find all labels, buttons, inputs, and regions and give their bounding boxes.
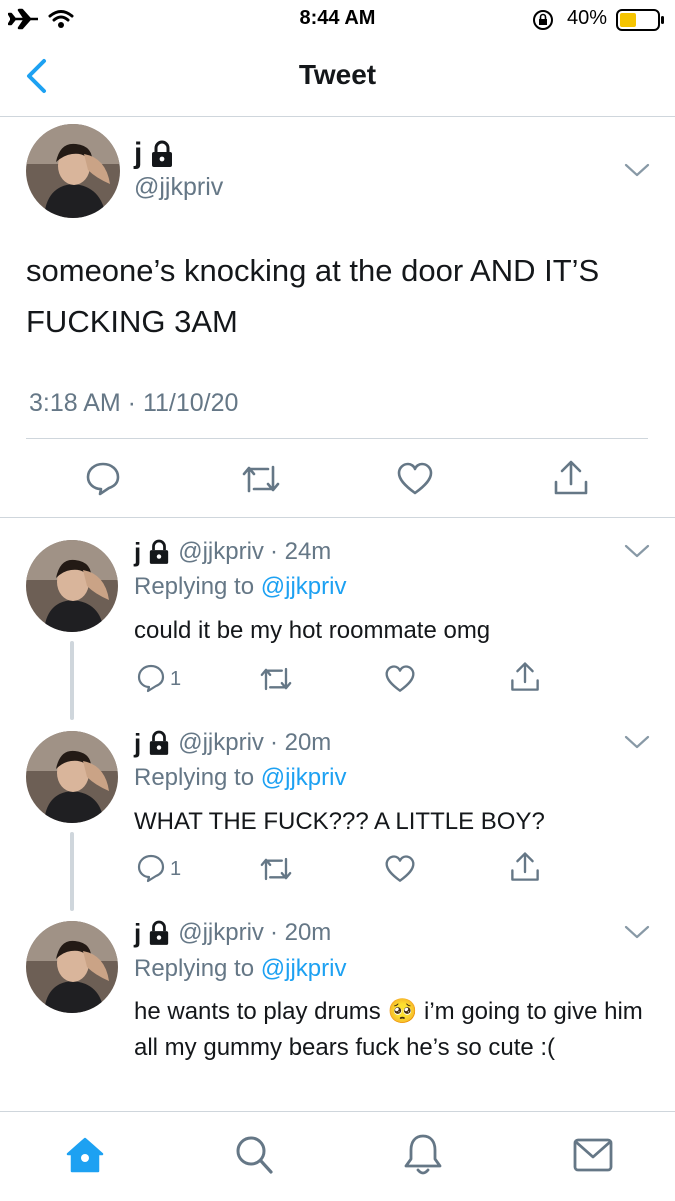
- chevron-down-icon[interactable]: [624, 543, 650, 559]
- retweet-icon[interactable]: [240, 461, 282, 497]
- reply-time: · 24m: [269, 538, 332, 565]
- avatar[interactable]: [26, 731, 118, 823]
- tab-search-icon[interactable]: [234, 1134, 274, 1176]
- reply-speech-bubble-icon[interactable]: [135, 853, 167, 883]
- reply-handle[interactable]: @jjkpriv: [178, 919, 264, 947]
- like-heart-icon[interactable]: [396, 461, 434, 497]
- rotation-lock-icon: [533, 10, 553, 30]
- reply-name[interactable]: j: [134, 918, 141, 949]
- reply-name[interactable]: j: [134, 537, 141, 568]
- main-tweet-handle[interactable]: @jjkpriv: [134, 173, 223, 202]
- lock-icon: [150, 730, 169, 755]
- lock-icon: [150, 920, 169, 945]
- reply-count: 1: [170, 668, 182, 690]
- main-tweet-name[interactable]: j: [134, 137, 142, 171]
- thread-line: [70, 832, 74, 911]
- battery-percent: 40%: [566, 7, 607, 29]
- divider: [26, 438, 648, 439]
- chevron-down-icon[interactable]: [624, 924, 650, 940]
- replying-to-handle[interactable]: @jjkpriv: [261, 764, 347, 791]
- reply-handle[interactable]: @jjkpriv: [178, 538, 264, 566]
- reply-name[interactable]: j: [134, 728, 141, 759]
- like-heart-icon[interactable]: [384, 854, 416, 884]
- reply-text: WHAT THE FUCK??? A LITTLE BOY?: [134, 808, 545, 835]
- battery-icon: [616, 9, 664, 31]
- reply-time: · 20m: [269, 729, 332, 756]
- lock-icon: [152, 140, 173, 167]
- status-bar: 8:44 AM 40%: [0, 0, 675, 36]
- share-icon[interactable]: [509, 850, 541, 884]
- nav-bar: Tweet: [0, 36, 675, 117]
- thread-line: [70, 641, 74, 720]
- share-icon[interactable]: [509, 660, 541, 694]
- reply-speech-bubble-icon[interactable]: [135, 663, 167, 693]
- replying-to-label: Replying to: [134, 764, 255, 791]
- chevron-down-icon[interactable]: [624, 162, 650, 178]
- retweet-icon[interactable]: [258, 664, 294, 694]
- avatar[interactable]: [26, 921, 118, 1013]
- avatar[interactable]: [26, 124, 120, 218]
- tab-notifications-bell-icon[interactable]: [402, 1132, 444, 1178]
- chevron-down-icon[interactable]: [624, 734, 650, 750]
- retweet-icon[interactable]: [258, 854, 294, 884]
- tab-messages-envelope-icon[interactable]: [572, 1137, 614, 1173]
- main-tweet-text: someone’s knocking at the door AND IT’S …: [26, 253, 600, 339]
- like-heart-icon[interactable]: [384, 664, 416, 694]
- page-title: Tweet: [298, 59, 377, 90]
- lock-icon: [150, 539, 169, 564]
- replying-to-handle[interactable]: @jjkpriv: [261, 573, 347, 600]
- share-icon[interactable]: [552, 458, 590, 498]
- replying-to-handle[interactable]: @jjkpriv: [261, 955, 347, 982]
- replying-to-label: Replying to: [134, 573, 255, 600]
- divider: [0, 517, 675, 518]
- reply-count: 1: [170, 858, 182, 880]
- tab-bar: [0, 1111, 675, 1201]
- replying-to-label: Replying to: [134, 955, 255, 982]
- tab-home-icon[interactable]: [64, 1134, 106, 1176]
- reply-time: · 20m: [269, 919, 332, 946]
- reply-text: he wants to play drums 🥺 i’m going to gi…: [134, 998, 643, 1061]
- reply-text: could it be my hot roommate omg: [134, 617, 491, 644]
- reply-speech-bubble-icon[interactable]: [84, 459, 122, 497]
- main-tweet-timestamp: 3:18 AM · 11/10/20: [29, 389, 239, 417]
- reply-handle[interactable]: @jjkpriv: [178, 729, 264, 757]
- avatar[interactable]: [26, 540, 118, 632]
